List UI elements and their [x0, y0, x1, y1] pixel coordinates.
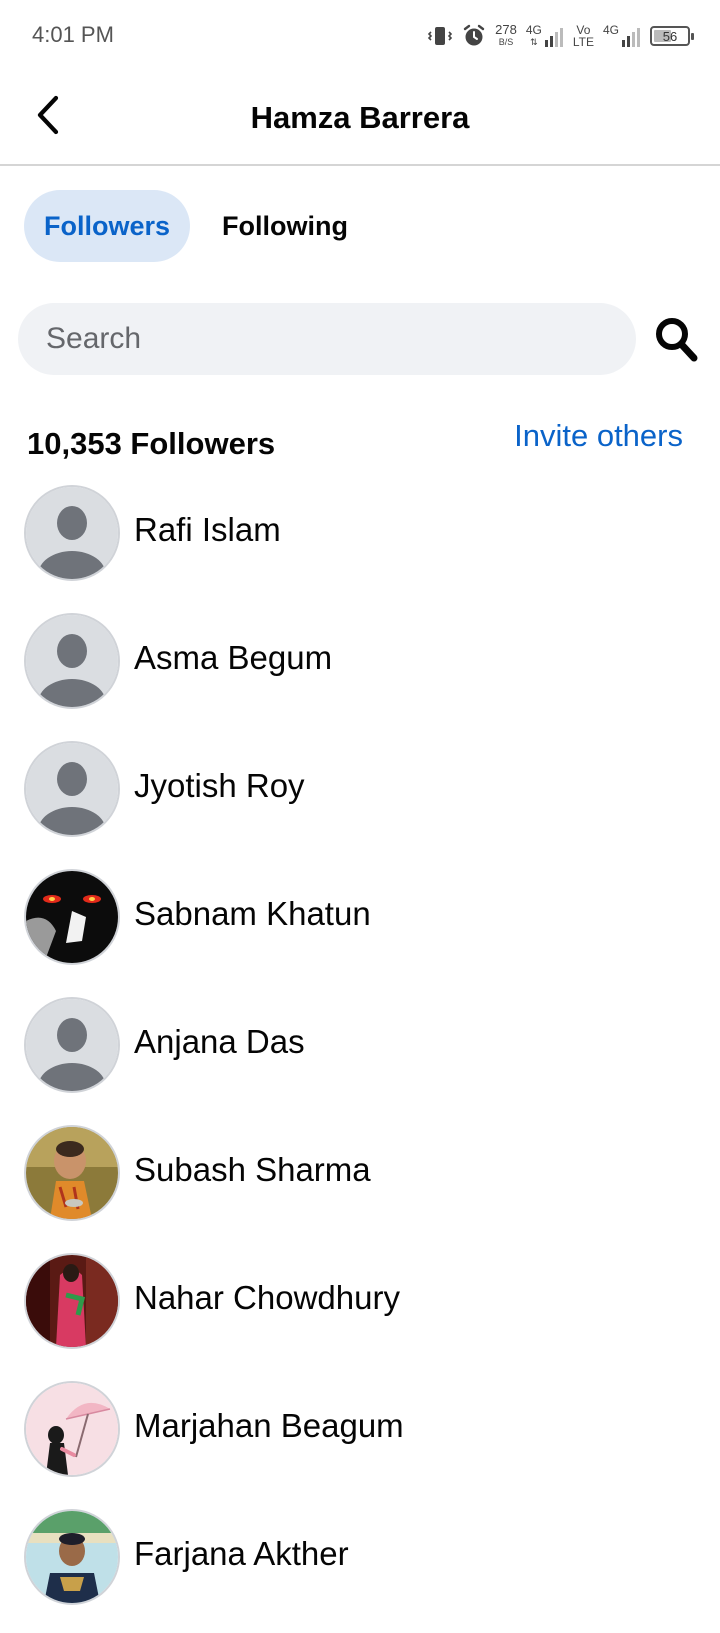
signal-2: 4G — [603, 24, 641, 48]
default-avatar-icon — [26, 999, 118, 1091]
avatar — [24, 1509, 120, 1605]
signal-bars-icon — [544, 28, 563, 47]
battery-icon: 56 — [650, 26, 694, 46]
search-icon — [656, 318, 698, 362]
dark-eyes-avatar-icon — [26, 871, 118, 963]
list-item[interactable]: Rafi Islam — [0, 481, 720, 609]
tabs: Followers Following — [24, 190, 368, 262]
net-speed-unit: B/S — [498, 37, 514, 47]
search-button[interactable] — [652, 314, 700, 364]
list-item[interactable]: Sabnam Khatun — [0, 865, 720, 993]
net-speed: 278 B/S — [495, 22, 517, 48]
list-item[interactable]: Subash Sharma — [0, 1121, 720, 1249]
list-item[interactable]: Anjana Das — [0, 993, 720, 1121]
follower-name: Asma Begum — [134, 639, 333, 676]
search-box — [18, 303, 636, 375]
tab-following[interactable]: Following — [202, 190, 368, 262]
follower-name: Jyotish Roy — [134, 767, 305, 804]
avatar — [24, 485, 120, 581]
volte-bottom: LTE — [572, 35, 594, 49]
list-item[interactable]: Jyotish Roy — [0, 737, 720, 865]
network-1-label: 4G — [525, 23, 542, 37]
avatar — [24, 1125, 120, 1221]
follower-name: Subash Sharma — [134, 1151, 371, 1188]
red-dress-photo-avatar-icon — [26, 1255, 118, 1347]
default-avatar-icon — [26, 615, 118, 707]
status-bar: 4:01 PM 278 B/S 4G ⇅ Vo LTE 4G 56 — [0, 0, 720, 72]
follower-name: Marjahan Beagum — [134, 1407, 404, 1444]
alarm-icon — [462, 24, 486, 48]
avatar — [24, 613, 120, 709]
avatar — [24, 997, 120, 1093]
net-speed-value: 278 — [495, 22, 517, 37]
avatar — [24, 869, 120, 965]
umbrella-illustration-avatar-icon — [26, 1383, 118, 1475]
child-photo-avatar-icon — [26, 1127, 118, 1219]
vibrate-icon — [427, 24, 453, 48]
signal-bars-icon — [622, 28, 640, 47]
follower-name: Sabnam Khatun — [134, 895, 371, 932]
network-2-label: 4G — [602, 23, 619, 37]
default-avatar-icon — [26, 743, 118, 835]
signal-1: 4G ⇅ — [526, 24, 564, 48]
app-header: Hamza Barrera — [0, 72, 720, 166]
follower-list: Rafi Islam Asma Begum Jyotish Roy Sabnam… — [0, 481, 720, 1633]
avatar — [24, 1381, 120, 1477]
search-input[interactable] — [44, 321, 608, 357]
default-avatar-icon — [26, 487, 118, 579]
tab-followers[interactable]: Followers — [24, 190, 191, 262]
followers-count: 10,353 Followers — [27, 426, 276, 461]
page-title: Hamza Barrera — [250, 100, 470, 135]
battery-level: 56 — [662, 28, 678, 44]
follower-name: Farjana Akther — [134, 1535, 349, 1572]
follower-name: Anjana Das — [134, 1023, 305, 1060]
volte-label: Vo LTE — [573, 24, 594, 48]
follower-name: Rafi Islam — [134, 511, 281, 548]
list-item[interactable]: Farjana Akther — [0, 1505, 720, 1633]
avatar — [24, 1253, 120, 1349]
invite-others-link[interactable]: Invite others — [514, 418, 683, 454]
data-arrows-icon: ⇅ — [530, 37, 538, 47]
list-item[interactable]: Nahar Chowdhury — [0, 1249, 720, 1377]
list-item[interactable]: Marjahan Beagum — [0, 1377, 720, 1505]
follower-name: Nahar Chowdhury — [134, 1279, 400, 1316]
list-item[interactable]: Asma Begum — [0, 609, 720, 737]
avatar — [24, 741, 120, 837]
boy-photo-avatar-icon — [26, 1511, 118, 1603]
status-time: 4:01 PM — [32, 22, 114, 47]
status-icons: 278 B/S 4G ⇅ Vo LTE 4G 56 — [427, 20, 694, 52]
